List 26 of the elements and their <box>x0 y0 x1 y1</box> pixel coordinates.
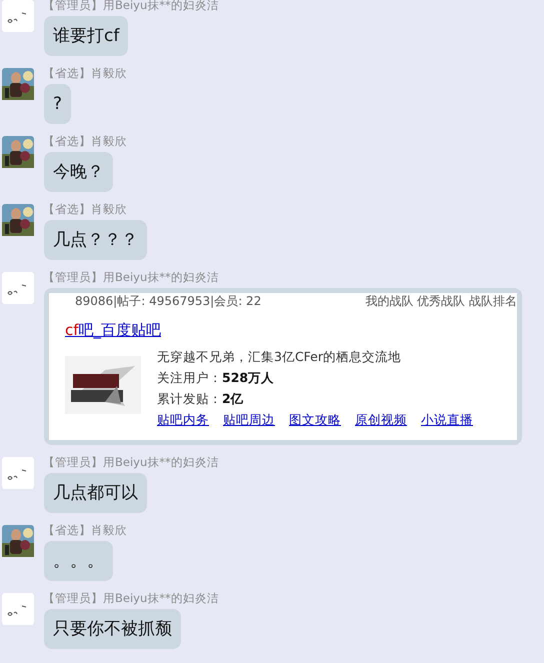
forum-stats: 89086|帖子: 49567953|会员: 22 <box>75 294 262 308</box>
message-bubble: 今晚？ <box>44 152 113 192</box>
forum-title-link[interactable]: cf吧_百度贴吧 <box>65 321 162 340</box>
message-bubble: 只要你不被抓颓 <box>44 609 181 649</box>
forum-link[interactable]: 贴吧周边 <box>223 411 275 429</box>
message-bubble: 几点都可以 <box>44 473 147 513</box>
forum-link[interactable]: 图文攻略 <box>289 411 341 429</box>
sender-name: 【管理员】用Beiyu抹**的妇炎洁 <box>43 591 219 605</box>
team-nav: 我的战队 优秀战队 战队排名 <box>365 294 517 308</box>
message-bubble: 几点？？？ <box>44 220 147 260</box>
message-bubble: 。。。 <box>44 541 113 581</box>
forum-stat: 关注用户：528万人 <box>157 369 276 387</box>
sender-name: 【省选】肖毅欣 <box>43 202 127 216</box>
forum-link[interactable]: 原创视频 <box>355 411 407 429</box>
forum-stat: 累计发贴：2亿 <box>157 390 245 408</box>
message-bubble: 谁要打cf <box>44 16 128 56</box>
forum-link[interactable]: 小说直播 <box>421 411 473 429</box>
sender-name: 【管理员】用Beiyu抹**的妇炎洁 <box>43 270 219 284</box>
sender-name: 【省选】肖毅欣 <box>43 523 127 537</box>
forum-link[interactable]: 贴吧内务 <box>157 411 209 429</box>
forum-description: 无穿越不兄弟，汇集3亿CFer的栖息交流地 <box>157 348 402 366</box>
link-card[interactable]: 89086|帖子: 49567953|会员: 22 我的战队 优秀战队 战队排名 cf吧_百度贴吧 无穿越不兄弟，汇集3亿CFer的栖息交流地 关注用户：528万人 累计发贴：2亿 贴吧内务 贴吧周边 图文攻略 原创视频 小说直播 <box>44 288 522 445</box>
sender-name: 【管理员】用Beiyu抹**的妇炎洁 <box>43 455 219 469</box>
message-bubble: ? <box>44 84 72 124</box>
sender-name: 【省选】肖毅欣 <box>43 134 127 148</box>
sender-name: 【省选】肖毅欣 <box>43 66 127 80</box>
